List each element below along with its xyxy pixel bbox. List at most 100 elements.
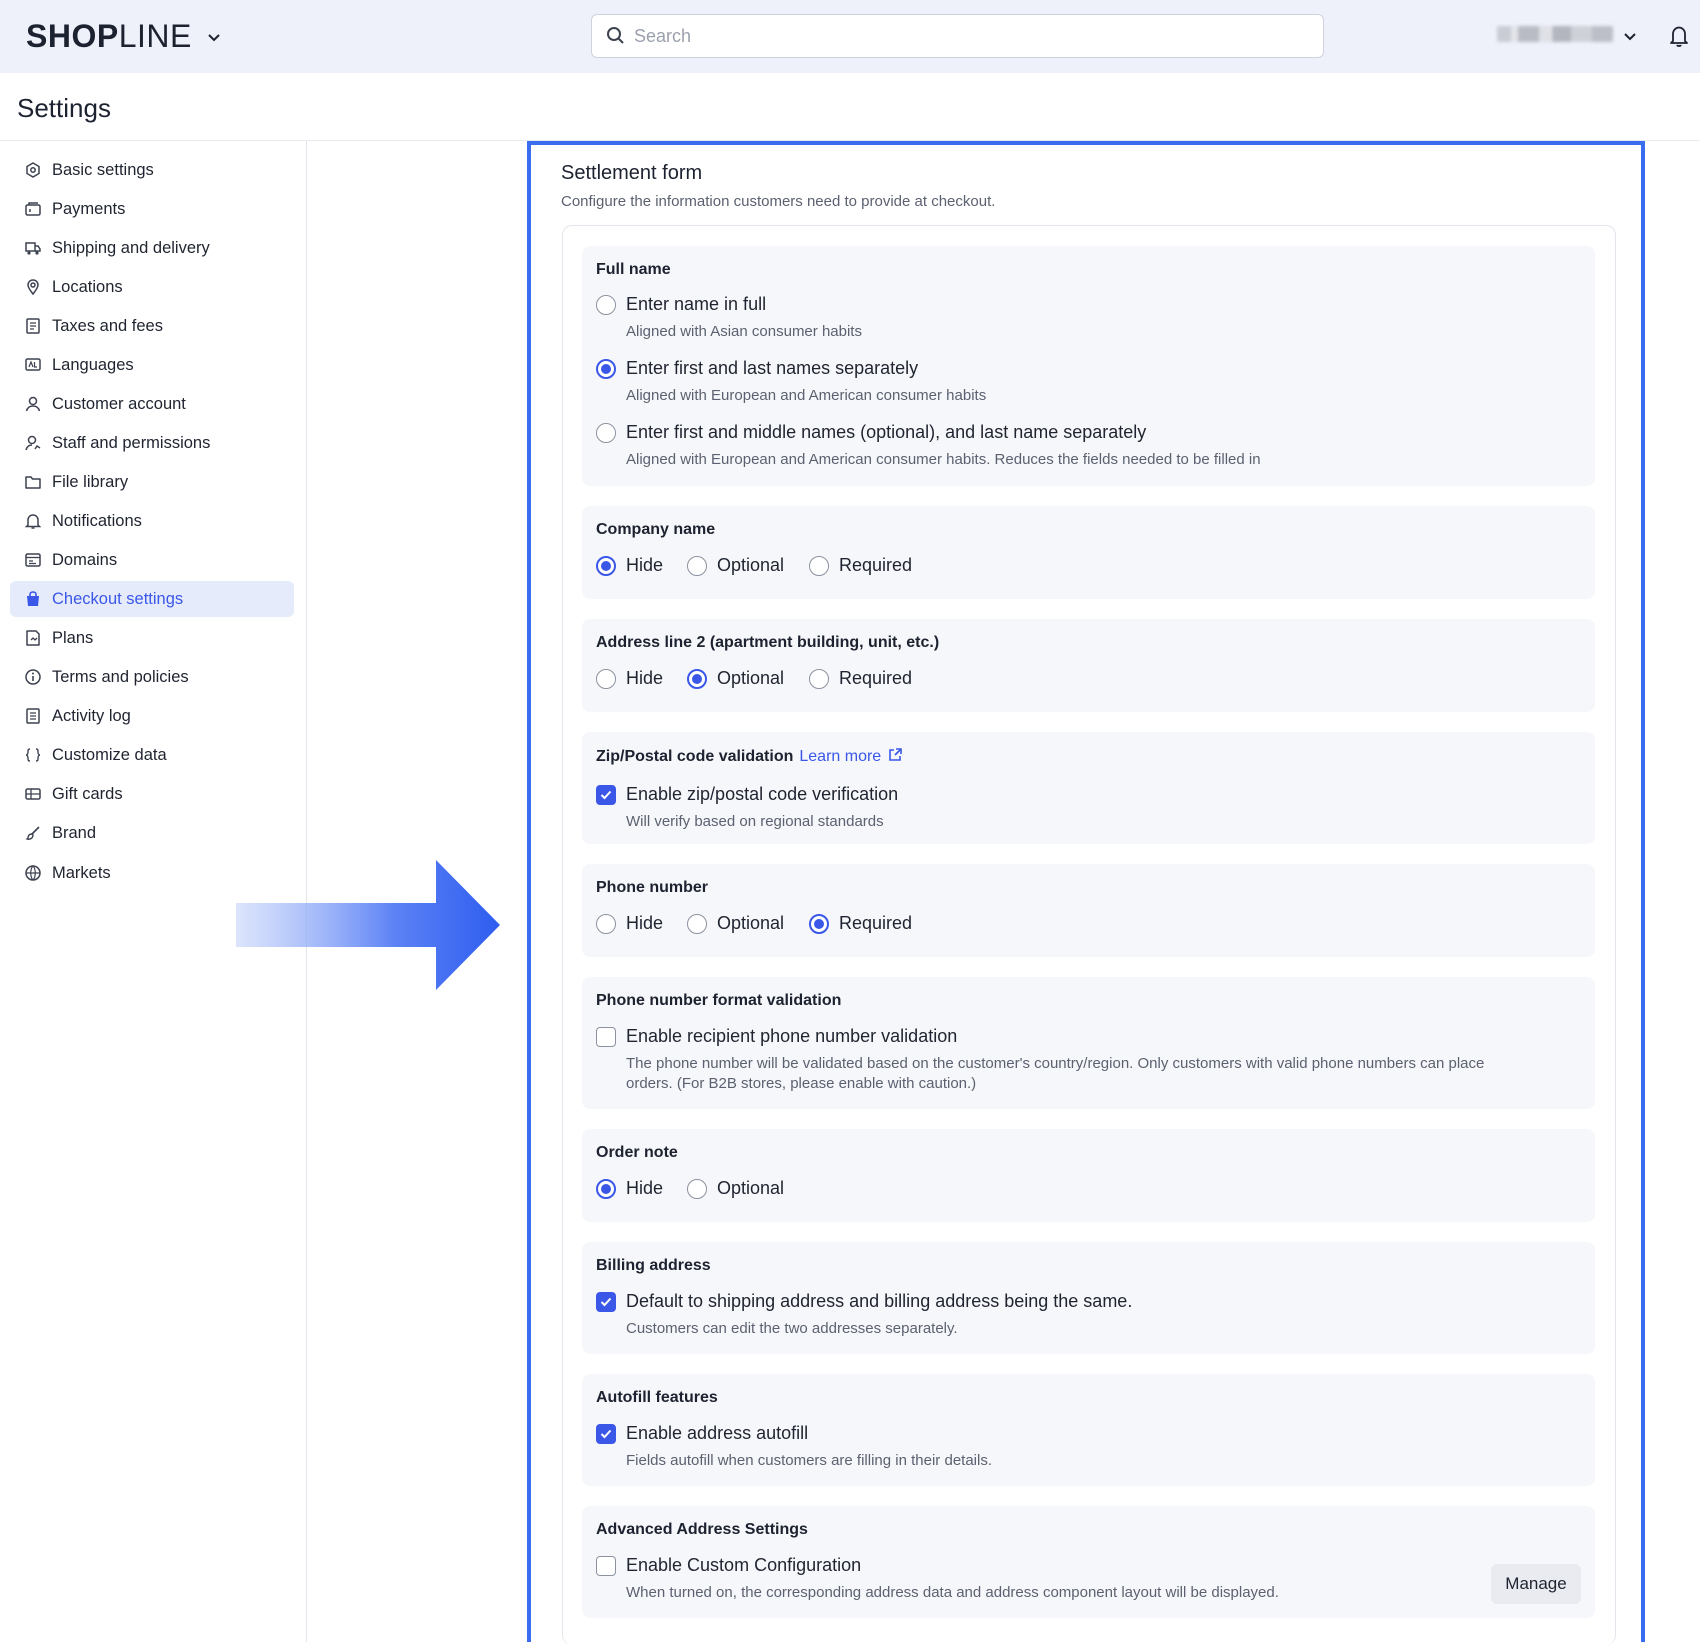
full-name-option-first-last[interactable]: Enter first and last names separately [596, 358, 918, 379]
order-note-hide-option[interactable]: Hide [596, 1178, 663, 1199]
radio-button[interactable] [809, 555, 829, 576]
sidebar-item-label: Customize data [52, 745, 167, 764]
zip-verification-checkbox[interactable]: Enable zip/postal code verification [596, 784, 898, 805]
checkbox[interactable] [596, 1555, 616, 1576]
code-braces-icon [25, 748, 41, 762]
radio-button[interactable] [596, 668, 616, 689]
sidebar-item-checkout-settings[interactable]: Checkout settings [10, 581, 294, 617]
radio-button[interactable] [596, 294, 616, 315]
sidebar-item-terms[interactable]: Terms and policies [10, 659, 294, 695]
checkbox-description-line1: The phone number will be validated based… [626, 1055, 1485, 1072]
chevron-down-icon[interactable] [206, 29, 222, 45]
plans-icon [26, 630, 40, 646]
section-title: Autofill features [596, 1389, 718, 1406]
radio-button[interactable] [687, 1178, 707, 1199]
address-autofill-checkbox[interactable]: Enable address autofill [596, 1423, 808, 1444]
radio-button-selected[interactable] [596, 555, 616, 576]
radio-button[interactable] [687, 555, 707, 576]
sidebar-item-staff[interactable]: Staff and permissions [10, 425, 294, 461]
company-name-section: Company name Hide Optional Required [582, 506, 1595, 599]
option-label: Enter first and last names separately [626, 358, 919, 378]
sidebar-item-customize-data[interactable]: Customize data [10, 737, 294, 773]
radio-button-selected[interactable] [687, 668, 707, 689]
billing-same-checkbox[interactable]: Default to shipping address and billing … [596, 1291, 1132, 1312]
checkbox-checked[interactable] [596, 1423, 616, 1444]
phone-required-option[interactable]: Required [809, 913, 912, 934]
option-description: Aligned with European and American consu… [626, 387, 987, 404]
sidebar-item-languages[interactable]: Languages [10, 347, 294, 383]
full-name-option-full[interactable]: Enter name in full [596, 294, 766, 315]
page-title: Settings [17, 93, 111, 123]
zip-validation-section: Zip/Postal code validation Learn more Ena… [582, 732, 1595, 844]
radio-button[interactable] [809, 668, 829, 689]
custom-configuration-checkbox[interactable]: Enable Custom Configuration [596, 1555, 861, 1576]
sidebar-item-taxes[interactable]: Taxes and fees [10, 308, 294, 344]
section-title: Company name [596, 521, 716, 538]
checkbox-checked[interactable] [596, 1291, 616, 1312]
brush-icon [25, 826, 40, 840]
section-title: Phone number format validation [596, 992, 842, 1009]
radio-button[interactable] [687, 913, 707, 934]
section-title-text: Zip/Postal code validation [596, 748, 794, 765]
sidebar-item-gift-cards[interactable]: Gift cards [10, 776, 294, 812]
search-input[interactable] [634, 25, 1274, 47]
option-label: Hide [626, 1178, 664, 1198]
external-link-icon[interactable] [887, 747, 903, 763]
company-hide-option[interactable]: Hide [596, 555, 663, 576]
radio-button-selected[interactable] [809, 913, 829, 934]
search-bar[interactable] [591, 14, 1324, 58]
language-icon [25, 358, 41, 371]
sidebar-item-label: Languages [52, 355, 134, 374]
account-name-redacted[interactable] [1497, 26, 1613, 42]
receipt-icon [26, 318, 40, 334]
sidebar-item-locations[interactable]: Locations [10, 269, 294, 305]
checkbox-label: Enable recipient phone number validation [626, 1026, 958, 1046]
bell-icon[interactable] [1668, 24, 1690, 48]
radio-button[interactable] [596, 422, 616, 443]
info-icon [25, 669, 41, 685]
checkbox[interactable] [596, 1026, 616, 1047]
address2-optional-option[interactable]: Optional [687, 668, 784, 689]
sidebar-item-label: Domains [52, 550, 118, 569]
settlement-form-card: Full name Enter name in full Aligned wit… [562, 225, 1616, 1645]
shopline-logo[interactable]: SHOP LINE [26, 18, 222, 55]
sidebar-item-payments[interactable]: Payments [10, 191, 294, 227]
section-title: Advanced Address Settings [596, 1521, 808, 1538]
manage-button[interactable]: Manage [1491, 1564, 1581, 1604]
sidebar-item-shipping[interactable]: Shipping and delivery [10, 230, 294, 266]
learn-more-link[interactable]: Learn more [799, 748, 881, 765]
radio-button-selected[interactable] [596, 358, 616, 379]
radio-button-selected[interactable] [596, 1178, 616, 1199]
address2-hide-option[interactable]: Hide [596, 668, 663, 689]
sidebar-item-label: Basic settings [52, 160, 154, 179]
staff-icon [25, 435, 41, 451]
company-required-option[interactable]: Required [809, 555, 912, 576]
phone-optional-option[interactable]: Optional [687, 913, 784, 934]
order-note-optional-option[interactable]: Optional [687, 1178, 784, 1199]
top-bar: SHOP LINE [0, 0, 1700, 73]
sidebar-item-brand[interactable]: Brand [10, 815, 294, 851]
logo-text-thin: LINE [118, 18, 192, 54]
sidebar-item-plans[interactable]: Plans [10, 620, 294, 656]
sidebar-item-file-library[interactable]: File library [10, 464, 294, 500]
advanced-address-section: Advanced Address Settings Enable Custom … [582, 1506, 1595, 1618]
sidebar-item-notifications[interactable]: Notifications [10, 503, 294, 539]
sidebar-item-activity-log[interactable]: Activity log [10, 698, 294, 734]
pointer-arrow [236, 860, 500, 990]
sidebar-item-basic-settings[interactable]: Basic settings [10, 152, 294, 188]
checkmark-icon [600, 1429, 612, 1438]
address2-required-option[interactable]: Required [809, 668, 912, 689]
checkbox-checked[interactable] [596, 784, 616, 805]
phone-validation-checkbox[interactable]: Enable recipient phone number validation [596, 1026, 957, 1047]
full-name-option-first-middle-last[interactable]: Enter first and middle names (optional),… [596, 422, 1146, 443]
checkmark-icon [600, 1297, 612, 1306]
radio-button[interactable] [596, 913, 616, 934]
section-title: Full name [596, 261, 671, 278]
sidebar-item-label: Checkout settings [52, 589, 184, 608]
chevron-down-icon[interactable] [1622, 28, 1638, 44]
sidebar-item-label: Taxes and fees [52, 316, 163, 335]
phone-hide-option[interactable]: Hide [596, 913, 663, 934]
sidebar-item-customer-account[interactable]: Customer account [10, 386, 294, 422]
sidebar-item-domains[interactable]: Domains [10, 542, 294, 578]
company-optional-option[interactable]: Optional [687, 555, 784, 576]
